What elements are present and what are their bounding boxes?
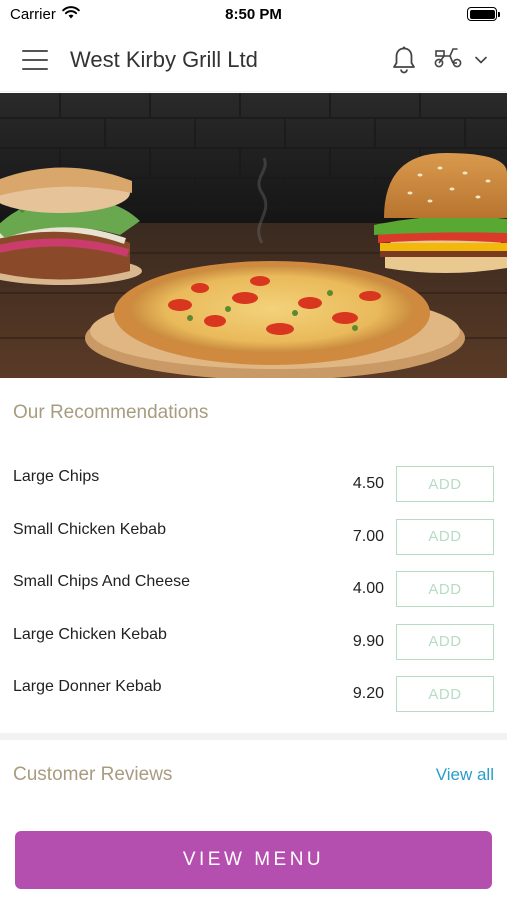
list-item: Small Chicken Kebab 7.00 ADD — [0, 511, 507, 564]
view-menu-button[interactable]: VIEW MENU — [15, 831, 492, 889]
add-button[interactable]: ADD — [396, 623, 494, 660]
item-name: Large Chicken Kebab — [13, 625, 167, 643]
item-name: Large Donner Kebab — [13, 678, 162, 696]
menu-icon[interactable] — [22, 49, 48, 70]
wifi-icon — [62, 5, 80, 23]
list-item: Large Chips 4.50 ADD — [0, 458, 507, 511]
add-button[interactable]: ADD — [396, 518, 494, 555]
scooter-icon — [433, 45, 463, 74]
status-bar: Carrier 8:50 PM — [0, 0, 507, 28]
battery-icon — [467, 7, 500, 21]
reviews-title: Customer Reviews — [13, 764, 173, 785]
list-item: Large Donner Kebab 9.20 ADD — [0, 668, 507, 721]
item-name: Small Chicken Kebab — [13, 520, 166, 538]
list-item: Large Chicken Kebab 9.90 ADD — [0, 616, 507, 669]
item-name: Small Chips And Cheese — [13, 573, 190, 591]
item-price: 4.00 — [352, 580, 384, 598]
app-header: West Kirby Grill Ltd — [0, 28, 507, 92]
delivery-selector[interactable] — [433, 45, 487, 74]
carrier-label: Carrier — [10, 5, 56, 23]
chevron-down-icon — [475, 51, 487, 69]
status-left: Carrier — [10, 6, 80, 23]
recommendations-list: Large Chips 4.50 ADD Small Chicken Kebab… — [0, 458, 507, 721]
recommendations-title: Our Recommendations — [13, 402, 209, 423]
header-actions — [391, 45, 487, 74]
list-item: Small Chips And Cheese 4.00 ADD — [0, 563, 507, 616]
food-banner-image — [0, 93, 507, 378]
bell-icon[interactable] — [391, 46, 417, 74]
view-all-reviews-link[interactable]: View all — [436, 765, 494, 785]
item-name: Large Chips — [13, 468, 100, 486]
add-button[interactable]: ADD — [396, 466, 494, 503]
page-title: West Kirby Grill Ltd — [70, 46, 258, 72]
item-price: 9.90 — [352, 632, 384, 650]
hero-banner — [0, 93, 507, 378]
add-button[interactable]: ADD — [396, 571, 494, 608]
item-price: 7.00 — [352, 527, 384, 545]
section-divider — [0, 733, 507, 740]
item-price: 4.50 — [352, 475, 384, 493]
add-button[interactable]: ADD — [396, 676, 494, 713]
item-price: 9.20 — [352, 685, 384, 703]
